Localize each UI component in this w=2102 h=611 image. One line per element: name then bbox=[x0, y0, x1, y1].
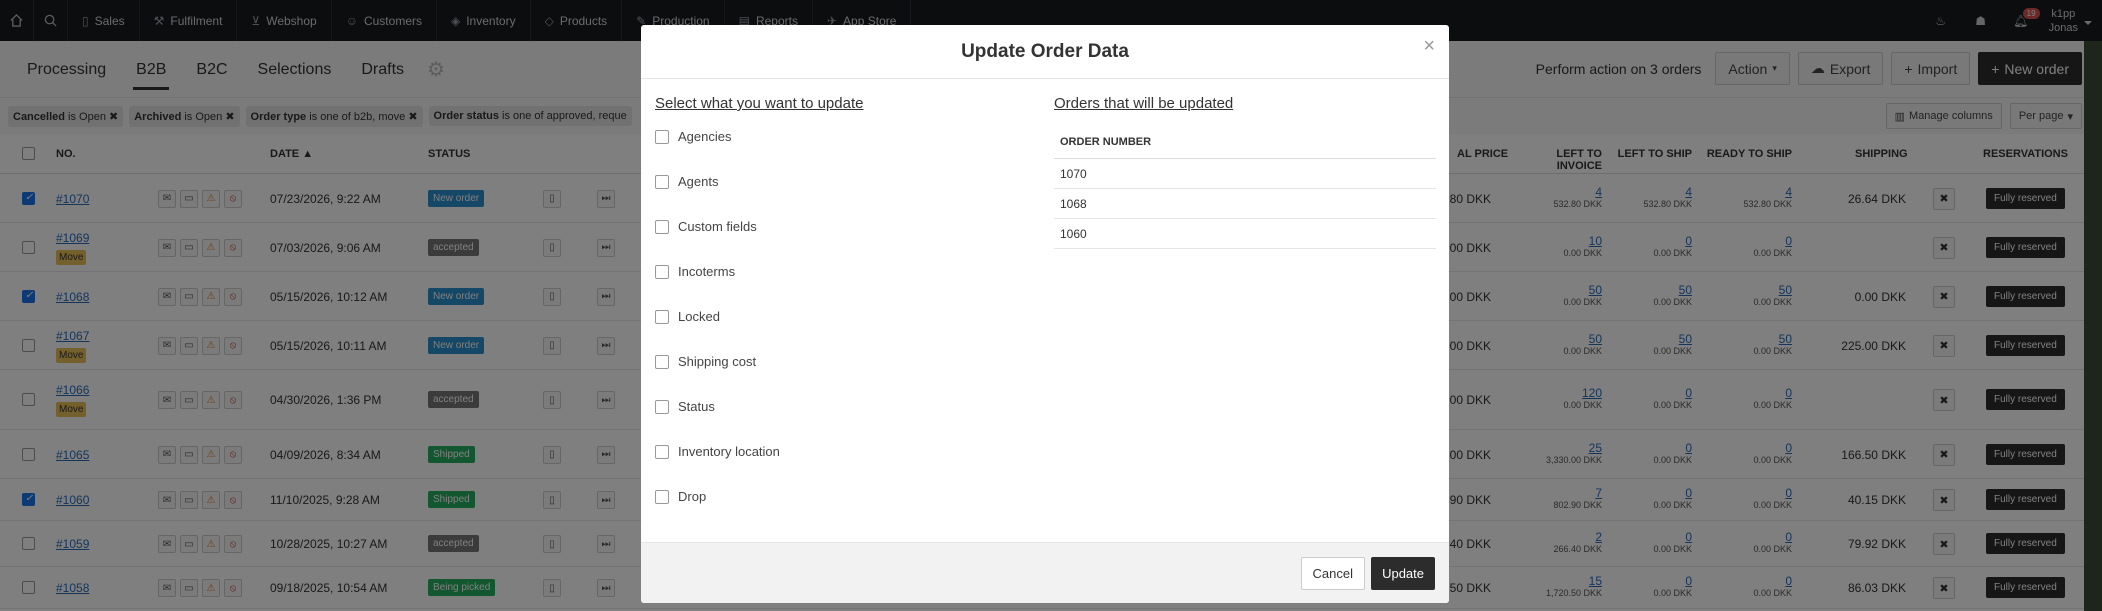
option-label: Custom fields bbox=[678, 219, 757, 234]
option-label: Drop bbox=[678, 489, 707, 504]
order-row: 1060 bbox=[1054, 219, 1436, 249]
option-label: Agencies bbox=[678, 129, 732, 144]
update-option[interactable]: Status bbox=[655, 384, 863, 429]
update-option[interactable]: Shipping cost bbox=[655, 339, 863, 384]
order-row: 1068 bbox=[1054, 189, 1436, 219]
option-label: Status bbox=[678, 399, 715, 414]
option-label: Shipping cost bbox=[678, 354, 757, 369]
option-checkbox[interactable] bbox=[655, 309, 669, 324]
update-option[interactable]: Drop bbox=[655, 474, 863, 519]
orders-to-update: Orders that will be updated ORDER NUMBER… bbox=[1054, 95, 1436, 249]
option-label: Locked bbox=[678, 309, 720, 324]
modal-title: Update Order Data bbox=[961, 40, 1129, 62]
options-list: Agencies Agents Custom fields Incoterms Lock… bbox=[655, 114, 863, 519]
option-checkbox[interactable] bbox=[655, 444, 669, 459]
option-label: Agents bbox=[678, 174, 719, 189]
update-option[interactable]: Custom fields bbox=[655, 204, 863, 249]
option-checkbox[interactable] bbox=[655, 264, 669, 279]
order-row: 1070 bbox=[1054, 159, 1436, 189]
update-option[interactable]: Agents bbox=[655, 159, 863, 204]
modal-header: Update Order Data × bbox=[641, 25, 1449, 79]
option-checkbox[interactable] bbox=[655, 399, 669, 414]
option-label: Inventory location bbox=[678, 444, 780, 459]
close-icon[interactable]: × bbox=[1423, 35, 1435, 58]
option-checkbox[interactable] bbox=[655, 219, 669, 234]
option-checkbox[interactable] bbox=[655, 354, 669, 369]
option-checkbox[interactable] bbox=[655, 174, 669, 189]
update-option[interactable]: Inventory location bbox=[655, 429, 863, 474]
option-checkbox[interactable] bbox=[655, 129, 669, 144]
option-label: Incoterms bbox=[678, 264, 736, 279]
options-heading: Select what you want to update bbox=[655, 95, 864, 112]
modal-footer: Cancel Update bbox=[641, 542, 1449, 603]
update-order-modal: Update Order Data × Select what you want… bbox=[641, 25, 1449, 603]
option-checkbox[interactable] bbox=[655, 489, 669, 504]
modal-body: Select what you want to update Agencies A… bbox=[641, 79, 1449, 542]
update-option[interactable]: Agencies bbox=[655, 114, 863, 159]
orders-heading: Orders that will be updated bbox=[1054, 95, 1234, 112]
orders-column-header: ORDER NUMBER bbox=[1054, 126, 1436, 159]
update-button[interactable]: Update bbox=[1371, 557, 1435, 590]
update-option[interactable]: Locked bbox=[655, 294, 863, 339]
update-options: Select what you want to update Agencies A… bbox=[655, 95, 863, 519]
cancel-button[interactable]: Cancel bbox=[1300, 557, 1365, 590]
update-option[interactable]: Incoterms bbox=[655, 249, 863, 294]
